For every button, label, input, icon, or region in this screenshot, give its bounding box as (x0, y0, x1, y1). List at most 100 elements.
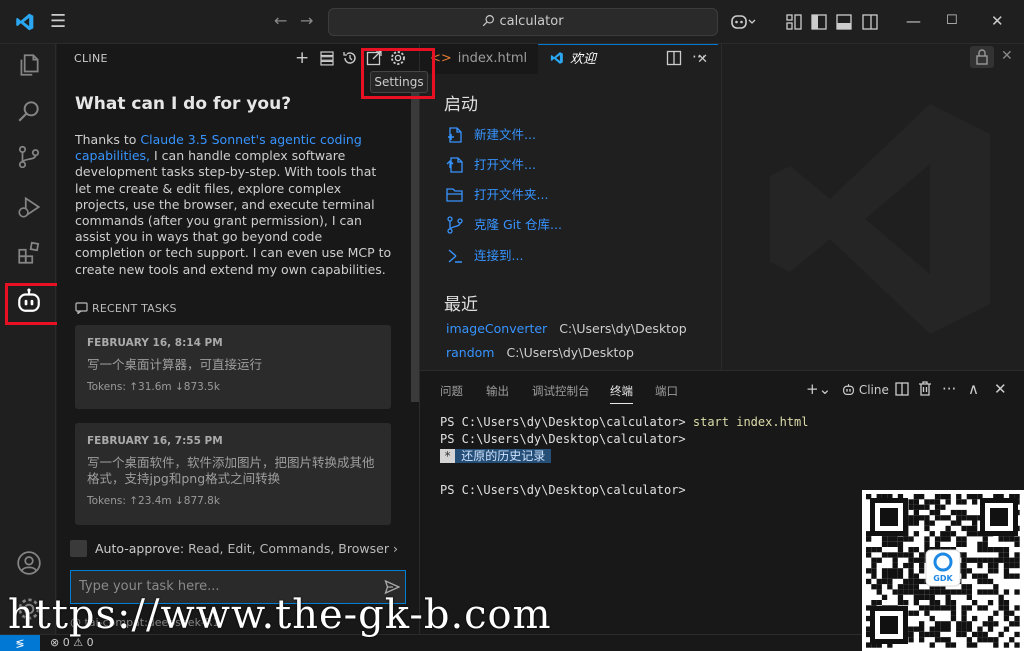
recent-heading: 最近 (444, 295, 478, 315)
qr-pattern: GDK (862, 490, 1024, 651)
toggle-secondary-sidebar-icon[interactable] (862, 14, 878, 30)
git-clone-icon (447, 216, 463, 234)
layout-icon[interactable] (786, 14, 802, 30)
search-icon (483, 15, 495, 27)
tab-index-html[interactable]: <> index.html (420, 44, 538, 74)
hamburger-menu-icon[interactable]: ☰ (50, 12, 70, 32)
terminal-name: Cline (858, 383, 889, 397)
more-actions-icon[interactable]: ··· (692, 48, 706, 66)
auto-approve-row[interactable]: Auto-approve: Read, Edit, Commands, Brow… (70, 540, 398, 558)
copilot-icon[interactable] (730, 13, 756, 31)
search-text: calculator (499, 14, 564, 29)
recent-item[interactable]: imageConverter C:\Users\dy\Desktop (446, 321, 687, 336)
settings-tooltip: Settings (370, 71, 428, 93)
cline-sidebar: CLINE + What can I do for you? Thanks to… (57, 44, 420, 634)
panel-tab-ports[interactable]: 端口 (655, 383, 678, 399)
new-file-icon (448, 127, 462, 143)
panel-tab-debug-console[interactable]: 调试控制台 (532, 383, 590, 399)
new-task-icon[interactable]: + (295, 48, 309, 68)
task-text: 写一个桌面计算器，可直接运行 (87, 357, 263, 372)
panel-tab-problems[interactable]: 问题 (440, 383, 463, 399)
chevron-right-icon: › (392, 541, 398, 556)
comment-icon (75, 302, 88, 315)
start-item-label: 打开文件夹... (474, 187, 549, 202)
extensions-icon[interactable] (16, 240, 42, 266)
command-center-search[interactable]: calculator (328, 8, 718, 36)
recent-item-path: C:\Users\dy\Desktop (506, 345, 634, 360)
close-icon[interactable]: ✕ (991, 11, 1004, 31)
auto-approve-checkbox[interactable] (70, 540, 87, 557)
account-icon[interactable] (16, 550, 42, 576)
recent-item-path: C:\Users\dy\Desktop (559, 321, 687, 336)
tab-label: 欢迎 (570, 52, 597, 67)
history-icon[interactable] (342, 50, 358, 66)
mcp-servers-icon[interactable] (320, 51, 334, 66)
terminal-restored-history: * 还原的历史记录 (440, 448, 552, 464)
activity-bar (0, 44, 61, 634)
panel-tab-terminal[interactable]: 终端 (610, 383, 633, 404)
terminal-selector[interactable]: Cline (842, 383, 889, 397)
sidebar-scrollbar[interactable] (411, 90, 419, 402)
minimize-icon[interactable]: — (906, 11, 921, 31)
task-tokens: Tokens: ↑23.4m ↓877.8k (87, 495, 220, 507)
task-date: FEBRUARY 16, 8:14 PM (87, 337, 223, 349)
editor-area: <> index.html 欢迎 ✕ ··· ✕ 启动 新建文件... 打开文件.… (420, 44, 1024, 370)
vscode-watermark-icon (770, 104, 990, 334)
start-item-label: 连接到... (474, 248, 524, 263)
lock-icon[interactable] (970, 46, 994, 68)
source-control-icon[interactable] (16, 144, 42, 170)
start-item-label: 打开文件... (474, 157, 536, 172)
tab-label: index.html (457, 51, 528, 66)
recent-tasks-label: RECENT TASKS (92, 302, 177, 315)
trash-icon[interactable] (918, 381, 932, 396)
search-icon[interactable] (16, 98, 42, 124)
start-item-label: 克隆 Git 仓库... (474, 217, 562, 232)
task-card[interactable]: FEBRUARY 16, 8:14 PM 写一个桌面计算器，可直接运行 Toke… (75, 325, 391, 409)
forward-arrow-icon[interactable]: → (300, 11, 313, 31)
new-terminal-icon[interactable]: +⌄ (806, 380, 831, 398)
auto-approve-value: Read, Edit, Commands, Browser (188, 541, 389, 556)
open-folder-icon (446, 188, 463, 202)
restore-text: 还原的历史记录 (455, 449, 552, 463)
vscode-logo-icon (16, 13, 34, 31)
split-terminal-icon[interactable] (895, 382, 909, 396)
cline-icon (843, 384, 854, 395)
intro-rest: I can handle complex software developmen… (75, 148, 392, 277)
sidebar-title: CLINE (74, 52, 108, 65)
close-panel-icon[interactable]: ✕ (994, 380, 1007, 398)
open-file-icon (446, 157, 463, 173)
back-arrow-icon[interactable]: ← (274, 11, 287, 31)
intro-paragraph: Thanks to Claude 3.5 Sonnet's agentic co… (75, 132, 395, 278)
remote-connect-icon (448, 249, 462, 263)
qr-logo-text: GDK (933, 574, 953, 583)
task-tokens: Tokens: ↑31.6m ↓873.5k (87, 381, 220, 393)
more-actions-icon[interactable]: ··· (942, 380, 956, 398)
maximize-panel-icon[interactable]: ∧ (968, 380, 979, 398)
terminal-command: start index.html (692, 415, 809, 429)
intro-prefix: Thanks to (75, 132, 141, 147)
tab-welcome[interactable]: 欢迎 ✕ (538, 44, 718, 74)
cline-highlight-box (5, 283, 61, 325)
task-text: 写一个桌面软件，软件添加图片，把图片转换成其他格式，支持jpg和png格式之间转… (87, 455, 375, 486)
terminal-line: PS C:\Users\dy\Desktop\calculator> start… (440, 414, 808, 431)
vscode-logo-icon (550, 52, 563, 64)
toggle-panel-icon[interactable] (836, 14, 852, 30)
recent-item[interactable]: random C:\Users\dy\Desktop (446, 345, 634, 360)
split-editor-icon[interactable] (666, 50, 682, 66)
recent-item-name[interactable]: imageConverter (446, 321, 547, 336)
explorer-icon[interactable] (16, 52, 42, 78)
title-bar: ☰ ← → calculator — ☐ ✕ (0, 0, 1024, 44)
terminal-line: PS C:\Users\dy\Desktop\calculator> (440, 483, 686, 497)
close-group-icon[interactable]: ✕ (1001, 48, 1013, 64)
task-card[interactable]: FEBRUARY 16, 7:55 PM 写一个桌面软件，软件添加图片，把图片转… (75, 423, 391, 525)
maximize-icon[interactable]: ☐ (946, 11, 958, 31)
start-heading: 启动 (444, 95, 478, 115)
recent-item-name[interactable]: random (446, 345, 494, 360)
panel-tab-output[interactable]: 输出 (486, 383, 509, 399)
start-item-label: 新建文件... (474, 127, 536, 142)
run-debug-icon[interactable] (16, 194, 42, 220)
toggle-sidebar-icon[interactable] (811, 14, 827, 30)
recent-tasks-header: RECENT TASKS (75, 302, 177, 315)
restore-star: * (440, 449, 456, 463)
auto-approve-label: Auto-approve: (95, 541, 185, 556)
